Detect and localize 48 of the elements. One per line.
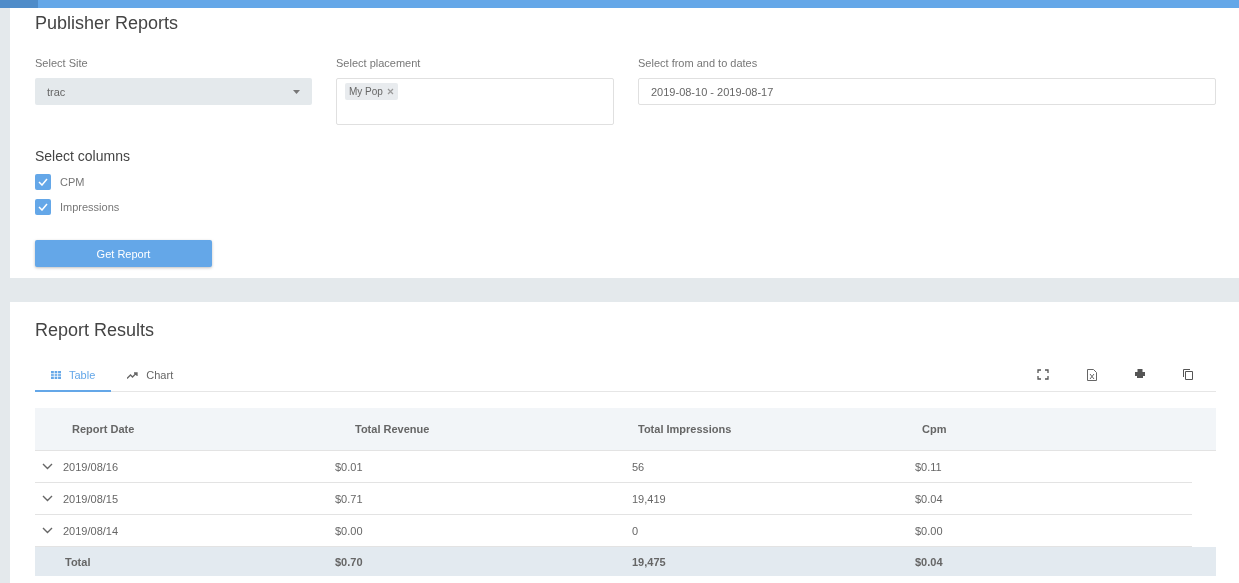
checkbox[interactable] (35, 199, 51, 215)
table-cell: $0.04 (915, 555, 943, 568)
tab[interactable]: Chart (111, 360, 190, 392)
table-cell: 2019/08/14 (63, 524, 119, 537)
section-title: Report Results (35, 319, 155, 341)
table-cell: 0 (632, 524, 639, 537)
table-cell: $0.01 (335, 460, 363, 473)
field-label: Select Site (35, 57, 88, 70)
site-dropdown[interactable]: trac (35, 78, 312, 105)
print-icon[interactable] (1135, 368, 1145, 378)
section-title: Select columns (35, 148, 130, 164)
fullscreen-icon[interactable] (1037, 368, 1049, 380)
table-cell: $0.00 (335, 524, 363, 537)
table-cell: $0.70 (335, 555, 363, 568)
checkmark-icon (38, 203, 48, 211)
column-header[interactable]: Cpm (922, 423, 947, 435)
table-cell: $0.11 (915, 460, 942, 473)
chevron-down-icon[interactable] (42, 463, 53, 470)
table-cell: 19,475 (632, 555, 666, 568)
table-cell: 2019/08/16 (63, 460, 119, 473)
copy-icon[interactable] (1183, 368, 1193, 380)
trend-icon (127, 371, 139, 379)
chevron-down-icon[interactable] (42, 527, 53, 534)
table-cell: 56 (632, 460, 645, 473)
spreadsheet-file-icon[interactable] (1087, 368, 1097, 381)
placement-field[interactable]: My Pop (336, 78, 614, 125)
checkmark-icon (38, 178, 48, 186)
table-cell: $0.04 (915, 492, 943, 505)
date-range-field[interactable]: 2019-08-10 - 2019-08-17 (638, 78, 1216, 105)
field-label: Select from and to dates (638, 57, 758, 70)
column-header[interactable]: Total Impressions (638, 423, 732, 435)
table-cell: $0.71 (335, 492, 363, 505)
table-cell: 19,419 (632, 492, 666, 505)
checkbox-label: CPM (60, 176, 85, 188)
page-title: Publisher Reports (35, 12, 179, 34)
table-cell: Total (65, 555, 91, 568)
tab[interactable]: Table (35, 360, 112, 392)
chevron-down-icon[interactable] (42, 495, 53, 502)
table-cell: 2019/08/15 (63, 492, 119, 505)
checkbox-label: Impressions (60, 201, 120, 213)
placement-tag: My Pop (345, 83, 398, 100)
checkbox[interactable] (35, 174, 51, 190)
caret-icon (293, 89, 300, 94)
table-cell: $0.00 (915, 524, 943, 537)
table-icon (51, 371, 61, 379)
column-header[interactable]: Report Date (72, 423, 135, 435)
field-label: Select placement (336, 57, 421, 70)
column-header[interactable]: Total Revenue (355, 423, 430, 435)
